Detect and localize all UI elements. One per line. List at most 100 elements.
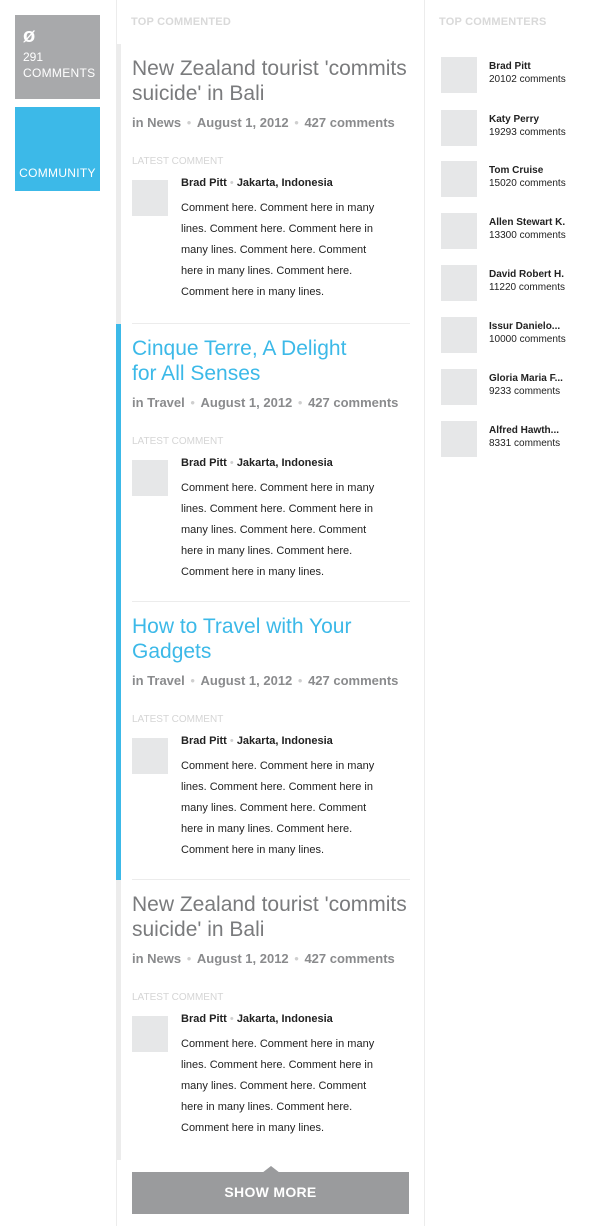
comment-line: Comment here. Comment here in many bbox=[181, 760, 375, 772]
comment-line: Comment here in many lines. bbox=[181, 844, 325, 856]
article-title-line: Gadgets bbox=[132, 640, 212, 663]
latest-comment: Brad Pitt • Jakarta, Indonesia Comment h… bbox=[132, 735, 410, 875]
comment-line: many lines. Comment here. Comment bbox=[181, 244, 367, 256]
article-category[interactable]: in Travel bbox=[132, 395, 185, 410]
comments-count: 291 bbox=[23, 50, 44, 64]
article-accent-bar bbox=[116, 880, 121, 1160]
avatar[interactable] bbox=[132, 1016, 168, 1052]
commenter-count: 13300 comments bbox=[489, 230, 566, 241]
comment-author[interactable]: Brad Pitt bbox=[181, 735, 227, 747]
commenter-item[interactable]: Tom Cruise 15020 comments bbox=[441, 161, 591, 198]
avatar[interactable] bbox=[132, 180, 168, 216]
commenter-name[interactable]: Katy Perry bbox=[489, 114, 539, 125]
avatar[interactable] bbox=[441, 421, 477, 457]
comment-author[interactable]: Brad Pitt bbox=[181, 177, 227, 189]
avatar[interactable] bbox=[441, 110, 477, 146]
avatar[interactable] bbox=[441, 317, 477, 353]
article-category[interactable]: in News bbox=[132, 115, 181, 130]
commenter-count: 11220 comments bbox=[489, 282, 565, 293]
top-commenters-heading: TOP COMMENTERS bbox=[439, 16, 547, 28]
latest-comment: Brad Pitt • Jakarta, Indonesia Comment h… bbox=[132, 177, 410, 317]
comment-author[interactable]: Brad Pitt bbox=[181, 1013, 227, 1025]
article-comment-count[interactable]: 427 comments bbox=[308, 673, 398, 688]
avatar[interactable] bbox=[132, 738, 168, 774]
avatar[interactable] bbox=[441, 161, 477, 197]
comment-line: Comment here in many lines. bbox=[181, 566, 325, 578]
article-accent-bar bbox=[116, 44, 121, 324]
comment-line: many lines. Comment here. Comment bbox=[181, 802, 367, 814]
article-card: Cinque Terre, A Delight for All Senses i… bbox=[116, 324, 410, 602]
avatar[interactable] bbox=[441, 213, 477, 249]
commenter-name[interactable]: Tom Cruise bbox=[489, 165, 543, 176]
comment-location: Jakarta, Indonesia bbox=[236, 457, 333, 469]
commenter-count: 10000 comments bbox=[489, 334, 566, 345]
comment-line: many lines. Comment here. Comment bbox=[181, 1080, 367, 1092]
commenter-item[interactable]: Katy Perry 19293 comments bbox=[441, 110, 591, 147]
article-category[interactable]: in Travel bbox=[132, 673, 185, 688]
commenter-item[interactable]: Alfred Hawth... 8331 comments bbox=[441, 421, 591, 458]
latest-comment-label: LATEST COMMENT bbox=[132, 714, 224, 725]
commenter-name[interactable]: David Robert H. bbox=[489, 269, 564, 280]
show-more-button[interactable]: SHOW MORE bbox=[132, 1166, 409, 1214]
comment-line: here in many lines. Comment here. bbox=[181, 1101, 353, 1113]
article-comment-count[interactable]: 427 comments bbox=[304, 951, 394, 966]
commenter-name[interactable]: Allen Stewart K. bbox=[489, 217, 565, 228]
article-title[interactable]: New Zealand tourist 'commits suicide' in… bbox=[132, 44, 410, 106]
left-nav: ø 291 COMMENTS COMMUNITY bbox=[15, 15, 100, 191]
comment-line: lines. Comment here. Comment here in bbox=[181, 223, 373, 235]
comment-body: Comment here. Comment here in many lines… bbox=[181, 198, 407, 303]
commenter-name[interactable]: Brad Pitt bbox=[489, 61, 531, 72]
comment-location: Jakarta, Indonesia bbox=[236, 735, 333, 747]
article-title-line: suicide' in Bali bbox=[132, 918, 265, 941]
article-title[interactable]: Cinque Terre, A Delight for All Senses bbox=[132, 324, 410, 386]
comments-nav-button[interactable]: ø 291 COMMENTS bbox=[15, 15, 100, 99]
comment-author-line: Brad Pitt • Jakarta, Indonesia bbox=[181, 457, 333, 469]
comment-author-line: Brad Pitt • Jakarta, Indonesia bbox=[181, 735, 333, 747]
comment-line: Comment here. Comment here in many bbox=[181, 1038, 375, 1050]
latest-comment: Brad Pitt • Jakarta, Indonesia Comment h… bbox=[132, 457, 410, 597]
commenter-count: 15020 comments bbox=[489, 178, 566, 189]
article-title[interactable]: How to Travel with Your Gadgets bbox=[132, 602, 410, 664]
commenter-item[interactable]: Brad Pitt 20102 comments bbox=[441, 57, 591, 94]
article-accent-bar bbox=[116, 602, 121, 880]
commenter-count: 20102 comments bbox=[489, 74, 566, 85]
article-title[interactable]: New Zealand tourist 'commits suicide' in… bbox=[132, 880, 410, 942]
commenter-name[interactable]: Gloria Maria F... bbox=[489, 373, 563, 384]
commenter-item[interactable]: Issur Danielo... 10000 comments bbox=[441, 317, 591, 354]
article-date: August 1, 2012 bbox=[196, 115, 289, 130]
article-accent-bar bbox=[116, 324, 121, 602]
commenter-item[interactable]: David Robert H. 11220 comments bbox=[441, 265, 591, 302]
article-category[interactable]: in News bbox=[132, 951, 181, 966]
comment-line: Comment here in many lines. bbox=[181, 1122, 325, 1134]
article-meta: in News • August 1, 2012 • 427 comments bbox=[132, 115, 395, 130]
latest-comment-label: LATEST COMMENT bbox=[132, 436, 224, 447]
comments-icon: ø bbox=[23, 25, 36, 47]
comment-author-line: Brad Pitt • Jakarta, Indonesia bbox=[181, 1013, 333, 1025]
avatar[interactable] bbox=[132, 460, 168, 496]
comment-line: Comment here in many lines. bbox=[181, 286, 325, 298]
commenter-item[interactable]: Allen Stewart K. 13300 comments bbox=[441, 213, 591, 250]
comment-author[interactable]: Brad Pitt bbox=[181, 457, 227, 469]
article-title-line: suicide' in Bali bbox=[132, 82, 265, 105]
commenter-count: 8331 comments bbox=[489, 438, 561, 449]
column-divider-right bbox=[424, 0, 425, 1226]
avatar[interactable] bbox=[441, 369, 477, 405]
latest-comment-label: LATEST COMMENT bbox=[132, 992, 224, 1003]
comment-line: here in many lines. Comment here. bbox=[181, 823, 353, 835]
article-comment-count[interactable]: 427 comments bbox=[304, 115, 394, 130]
commenter-name[interactable]: Alfred Hawth... bbox=[489, 425, 559, 436]
comment-line: here in many lines. Comment here. bbox=[181, 265, 353, 277]
comment-line: lines. Comment here. Comment here in bbox=[181, 1059, 373, 1071]
avatar[interactable] bbox=[441, 57, 477, 93]
article-meta: in News • August 1, 2012 • 427 comments bbox=[132, 951, 395, 966]
article-comment-count[interactable]: 427 comments bbox=[308, 395, 398, 410]
article-title-line: for All Senses bbox=[132, 362, 261, 385]
top-commented-heading: TOP COMMENTED bbox=[131, 16, 231, 28]
latest-comment: Brad Pitt • Jakarta, Indonesia Comment h… bbox=[132, 1013, 410, 1153]
avatar[interactable] bbox=[441, 265, 477, 301]
comment-line: many lines. Comment here. Comment bbox=[181, 524, 367, 536]
article-date: August 1, 2012 bbox=[196, 951, 289, 966]
commenter-name[interactable]: Issur Danielo... bbox=[489, 321, 560, 332]
community-nav-button[interactable]: COMMUNITY bbox=[15, 107, 100, 191]
commenter-item[interactable]: Gloria Maria F... 9233 comments bbox=[441, 369, 591, 406]
